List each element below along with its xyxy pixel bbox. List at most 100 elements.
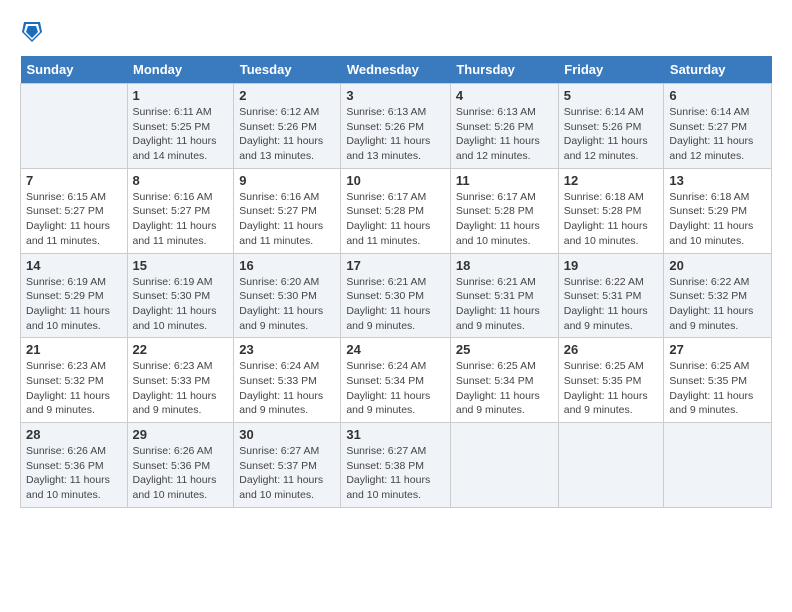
day-number: 28 [26, 427, 122, 442]
calendar-cell [450, 423, 558, 508]
day-info: Sunrise: 6:16 AMSunset: 5:27 PMDaylight:… [239, 190, 335, 249]
calendar-table: SundayMondayTuesdayWednesdayThursdayFrid… [20, 56, 772, 508]
day-number: 21 [26, 342, 122, 357]
calendar-cell: 16 Sunrise: 6:20 AMSunset: 5:30 PMDayligh… [234, 253, 341, 338]
calendar-cell: 17 Sunrise: 6:21 AMSunset: 5:30 PMDayligh… [341, 253, 451, 338]
day-number: 7 [26, 173, 122, 188]
day-number: 15 [133, 258, 229, 273]
week-row-3: 14 Sunrise: 6:19 AMSunset: 5:29 PMDayligh… [21, 253, 772, 338]
day-number: 2 [239, 88, 335, 103]
day-info: Sunrise: 6:24 AMSunset: 5:34 PMDaylight:… [346, 359, 445, 418]
day-number: 16 [239, 258, 335, 273]
calendar-cell: 19 Sunrise: 6:22 AMSunset: 5:31 PMDayligh… [558, 253, 664, 338]
calendar-cell: 9 Sunrise: 6:16 AMSunset: 5:27 PMDaylight… [234, 168, 341, 253]
calendar-cell: 28Sunrise: 6:26 AMSunset: 5:36 PMDayligh… [21, 423, 128, 508]
calendar-cell: 20 Sunrise: 6:22 AMSunset: 5:32 PMDayligh… [664, 253, 772, 338]
calendar-cell: 30 Sunrise: 6:27 AMSunset: 5:37 PMDayligh… [234, 423, 341, 508]
calendar-cell: 12 Sunrise: 6:18 AMSunset: 5:28 PMDayligh… [558, 168, 664, 253]
calendar-cell: 13Sunrise: 6:18 AMSunset: 5:29 PMDayligh… [664, 168, 772, 253]
calendar-cell: 7Sunrise: 6:15 AMSunset: 5:27 PMDaylight… [21, 168, 128, 253]
day-info: Sunrise: 6:17 AMSunset: 5:28 PMDaylight:… [346, 190, 445, 249]
day-number: 26 [564, 342, 659, 357]
header-friday: Friday [558, 56, 664, 84]
day-number: 8 [133, 173, 229, 188]
day-info: Sunrise: 6:22 AMSunset: 5:32 PMDaylight:… [669, 275, 766, 334]
week-row-5: 28 Sunrise: 6:26 AMSunset: 5:36 PMDayligh… [21, 423, 772, 508]
header-monday: Monday [127, 56, 234, 84]
calendar-cell: 10 Sunrise: 6:17 AMSunset: 5:28 PMDayligh… [341, 168, 451, 253]
day-number: 20 [669, 258, 766, 273]
day-info: Sunrise: 6:21 AMSunset: 5:30 PMDaylight:… [346, 275, 445, 334]
day-number: 5 [564, 88, 659, 103]
week-row-1: 1Sunrise: 6:11 AMSunset: 5:25 PMDaylight… [21, 84, 772, 169]
day-info: Sunrise: 6:27 AMSunset: 5:37 PMDaylight:… [239, 444, 335, 503]
calendar-cell: 8 Sunrise: 6:16 AMSunset: 5:27 PMDaylight… [127, 168, 234, 253]
day-info: Sunrise: 6:13 AMSunset: 5:26 PMDaylight:… [346, 105, 445, 164]
day-info: Sunrise: 6:19 AMSunset: 5:30 PMDaylight:… [133, 275, 229, 334]
day-number: 24 [346, 342, 445, 357]
day-number: 13 [669, 173, 766, 188]
day-number: 11 [456, 173, 553, 188]
day-info: Sunrise: 6:25 AMSunset: 5:35 PMDaylight:… [564, 359, 659, 418]
week-row-4: 21 Sunrise: 6:23 AMSunset: 5:32 PMDayligh… [21, 338, 772, 423]
calendar-cell: 6 Sunrise: 6:14 AMSunset: 5:27 PMDaylight… [664, 84, 772, 169]
day-number: 22 [133, 342, 229, 357]
calendar-cell: 18Sunrise: 6:21 AMSunset: 5:31 PMDayligh… [450, 253, 558, 338]
day-info: Sunrise: 6:23 AMSunset: 5:32 PMDaylight:… [26, 359, 122, 418]
day-info: Sunrise: 6:17 AMSunset: 5:28 PMDaylight:… [456, 190, 553, 249]
day-info: Sunrise: 6:23 AMSunset: 5:33 PMDaylight:… [133, 359, 229, 418]
calendar-cell: 1Sunrise: 6:11 AMSunset: 5:25 PMDaylight… [127, 84, 234, 169]
day-number: 3 [346, 88, 445, 103]
header-thursday: Thursday [450, 56, 558, 84]
day-info: Sunrise: 6:26 AMSunset: 5:36 PMDaylight:… [133, 444, 229, 503]
calendar-cell: 22 Sunrise: 6:23 AMSunset: 5:33 PMDayligh… [127, 338, 234, 423]
day-number: 17 [346, 258, 445, 273]
calendar-cell: 29 Sunrise: 6:26 AMSunset: 5:36 PMDayligh… [127, 423, 234, 508]
calendar-cell: 31 Sunrise: 6:27 AMSunset: 5:38 PMDayligh… [341, 423, 451, 508]
day-number: 6 [669, 88, 766, 103]
day-info: Sunrise: 6:18 AMSunset: 5:28 PMDaylight:… [564, 190, 659, 249]
day-number: 25 [456, 342, 553, 357]
calendar-cell: 26 Sunrise: 6:25 AMSunset: 5:35 PMDayligh… [558, 338, 664, 423]
day-info: Sunrise: 6:14 AMSunset: 5:26 PMDaylight:… [564, 105, 659, 164]
page-header [20, 20, 772, 46]
day-number: 31 [346, 427, 445, 442]
day-number: 23 [239, 342, 335, 357]
day-number: 4 [456, 88, 553, 103]
calendar-cell: 3 Sunrise: 6:13 AMSunset: 5:26 PMDaylight… [341, 84, 451, 169]
day-info: Sunrise: 6:19 AMSunset: 5:29 PMDaylight:… [26, 275, 122, 334]
day-info: Sunrise: 6:27 AMSunset: 5:38 PMDaylight:… [346, 444, 445, 503]
header-saturday: Saturday [664, 56, 772, 84]
day-number: 30 [239, 427, 335, 442]
header-row: SundayMondayTuesdayWednesdayThursdayFrid… [21, 56, 772, 84]
day-info: Sunrise: 6:20 AMSunset: 5:30 PMDaylight:… [239, 275, 335, 334]
day-info: Sunrise: 6:13 AMSunset: 5:26 PMDaylight:… [456, 105, 553, 164]
day-number: 1 [133, 88, 229, 103]
day-info: Sunrise: 6:24 AMSunset: 5:33 PMDaylight:… [239, 359, 335, 418]
calendar-cell [21, 84, 128, 169]
day-info: Sunrise: 6:16 AMSunset: 5:27 PMDaylight:… [133, 190, 229, 249]
calendar-cell: 4 Sunrise: 6:13 AMSunset: 5:26 PMDaylight… [450, 84, 558, 169]
calendar-cell [664, 423, 772, 508]
calendar-cell: 11 Sunrise: 6:17 AMSunset: 5:28 PMDayligh… [450, 168, 558, 253]
day-number: 10 [346, 173, 445, 188]
day-info: Sunrise: 6:14 AMSunset: 5:27 PMDaylight:… [669, 105, 766, 164]
calendar-cell: 5 Sunrise: 6:14 AMSunset: 5:26 PMDaylight… [558, 84, 664, 169]
logo-icon [22, 20, 42, 44]
day-number: 27 [669, 342, 766, 357]
calendar-cell: 23 Sunrise: 6:24 AMSunset: 5:33 PMDayligh… [234, 338, 341, 423]
day-number: 29 [133, 427, 229, 442]
day-number: 14 [26, 258, 122, 273]
calendar-cell: 2 Sunrise: 6:12 AMSunset: 5:26 PMDaylight… [234, 84, 341, 169]
day-number: 12 [564, 173, 659, 188]
day-number: 9 [239, 173, 335, 188]
day-info: Sunrise: 6:22 AMSunset: 5:31 PMDaylight:… [564, 275, 659, 334]
header-tuesday: Tuesday [234, 56, 341, 84]
header-sunday: Sunday [21, 56, 128, 84]
calendar-cell: 27Sunrise: 6:25 AMSunset: 5:35 PMDayligh… [664, 338, 772, 423]
calendar-cell: 14 Sunrise: 6:19 AMSunset: 5:29 PMDayligh… [21, 253, 128, 338]
day-number: 19 [564, 258, 659, 273]
calendar-cell: 25Sunrise: 6:25 AMSunset: 5:34 PMDayligh… [450, 338, 558, 423]
calendar-cell [558, 423, 664, 508]
day-info: Sunrise: 6:12 AMSunset: 5:26 PMDaylight:… [239, 105, 335, 164]
